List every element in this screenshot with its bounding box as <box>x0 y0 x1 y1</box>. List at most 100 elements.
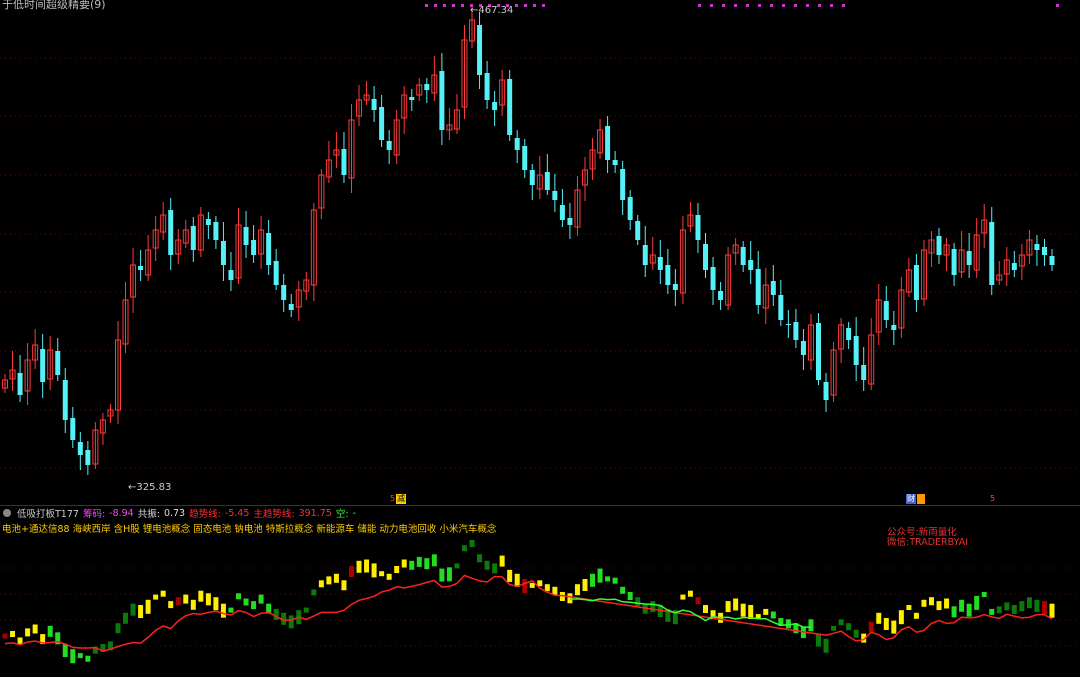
marker-dot <box>434 4 437 7</box>
price-low-label: ←325.83 <box>128 482 172 493</box>
candle-body <box>740 247 746 265</box>
indicator-block <box>718 612 724 623</box>
indicator-block <box>846 623 852 631</box>
indicator-name[interactable]: 低吸打板T177 <box>17 506 79 520</box>
indicator-block <box>266 603 272 614</box>
indicator-block <box>70 649 76 664</box>
indicator-block <box>492 563 498 574</box>
indicator-block <box>499 555 505 567</box>
indicator-block <box>401 559 407 568</box>
gongzhen-label: 共振: <box>137 509 160 520</box>
marker-dot <box>524 4 527 7</box>
indicator-block <box>454 563 460 569</box>
indicator-block <box>823 638 829 653</box>
indicator-block <box>364 559 370 573</box>
indicator-block <box>612 577 618 584</box>
indicator-block <box>559 592 565 601</box>
indicator-block <box>326 576 332 585</box>
indicator-block <box>876 612 882 624</box>
indicator-block <box>311 589 317 596</box>
indicator-block <box>153 594 159 600</box>
candle-body <box>281 285 287 300</box>
candle-body <box>672 284 678 290</box>
indicator-block <box>288 615 294 629</box>
indicator-block <box>130 603 136 616</box>
indicator-block <box>243 598 249 606</box>
candle-body <box>70 418 76 440</box>
candle-body <box>695 215 701 240</box>
indicator-block <box>627 592 633 600</box>
indicator-block <box>733 598 739 611</box>
indicator-block <box>145 599 151 614</box>
marker-dot <box>515 4 518 7</box>
candle-body <box>1041 247 1047 255</box>
event-badge-marker[interactable] <box>917 494 925 504</box>
candle-body <box>424 84 430 90</box>
event-badge-jian[interactable]: 减 <box>396 494 406 504</box>
trend-line-green <box>569 598 811 628</box>
event-badge-right[interactable]: 5 <box>989 494 996 504</box>
qushi-label: 趋势线: <box>189 509 221 520</box>
marker-dot <box>710 4 713 7</box>
indicator-block <box>620 586 626 594</box>
candle-body <box>815 323 821 380</box>
indicator-block <box>92 646 98 654</box>
candle-body <box>861 365 867 380</box>
indicator-block <box>318 580 324 588</box>
indicator-block <box>236 593 242 600</box>
indicator-block <box>2 633 8 639</box>
indicator-block <box>32 624 38 634</box>
indicator-block <box>213 597 219 611</box>
candlestick-chart[interactable] <box>0 0 1080 505</box>
indicator-block <box>552 586 558 595</box>
indicator-block <box>883 618 889 630</box>
indicator-block <box>710 610 716 620</box>
marker-dot <box>533 4 536 7</box>
indicator-block <box>484 560 490 570</box>
indicator-block <box>687 590 693 597</box>
marker-dot <box>842 4 845 7</box>
event-badge-caibao[interactable]: 财 <box>906 494 916 504</box>
indicator-block <box>590 573 596 587</box>
indicator-block <box>333 573 339 583</box>
indicator-block <box>439 568 445 582</box>
concept-tags: 电池+通达信88 海峡西岸 含H股 锂电池概念 固态电池 钠电池 特斯拉概念 新… <box>2 524 497 535</box>
marker-dot <box>425 4 428 7</box>
candle-body <box>559 205 565 220</box>
indicator-block <box>477 554 483 563</box>
indicator-block <box>913 612 919 619</box>
gongzhen-value: 0.73 <box>163 507 186 519</box>
candle-body <box>341 149 347 175</box>
candle-body <box>17 373 23 395</box>
indicator-block <box>996 606 1002 614</box>
indicator-block <box>251 601 257 610</box>
indicator-block <box>17 637 23 645</box>
candle-body <box>168 210 174 255</box>
indicator-block <box>341 580 347 591</box>
candle-body <box>62 380 68 420</box>
candle-body <box>778 295 784 320</box>
kong-value: - <box>352 507 356 519</box>
indicator-block <box>77 653 83 659</box>
panel-divider <box>0 505 1080 506</box>
candle-body <box>748 260 754 270</box>
indicator-block <box>205 593 211 606</box>
indicator-block <box>838 619 844 626</box>
indicator-block <box>446 567 452 582</box>
indicator-block <box>725 601 731 613</box>
indicator-block <box>100 644 106 652</box>
candle-body <box>85 450 91 465</box>
indicator-block <box>394 566 400 573</box>
candle-body <box>484 73 490 100</box>
candle-body <box>205 219 211 225</box>
settings-gear-icon[interactable] <box>3 509 11 517</box>
candle-body <box>635 221 641 240</box>
candle-body <box>1011 263 1017 270</box>
marker-dot <box>818 4 821 7</box>
candle-body <box>371 99 377 110</box>
indicator-block <box>228 607 234 613</box>
indicator-block <box>10 631 16 637</box>
candle-body <box>612 160 618 165</box>
candle-body <box>883 301 889 320</box>
indicator-block <box>469 540 475 547</box>
